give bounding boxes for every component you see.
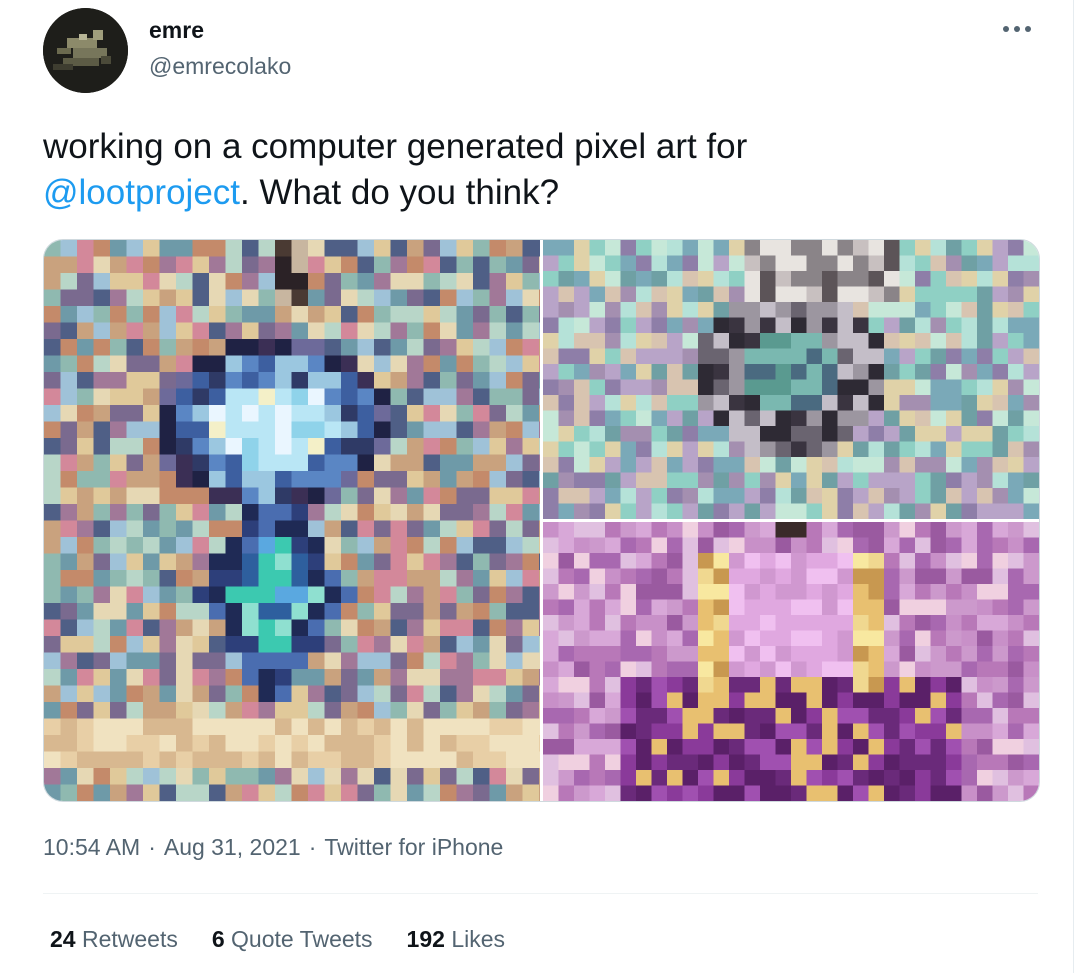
more-button[interactable] — [1000, 14, 1034, 44]
quote-tweets-label: Quote Tweets — [231, 926, 373, 952]
tweet-text-before: working on a computer generated pixel ar… — [43, 127, 748, 166]
retweets-count: 24 — [50, 926, 76, 952]
media-ring[interactable] — [543, 240, 1039, 519]
tweet-stats: 24 Retweets 6 Quote Tweets 192 Likes — [50, 924, 505, 954]
tweet-meta: 10:54 AM · Aug 31, 2021 · Twitter for iPhone — [43, 832, 503, 862]
pixel-art-pendant-image — [44, 240, 540, 801]
likes-label: Likes — [451, 926, 506, 952]
author-name[interactable]: emre — [149, 16, 204, 44]
media-robe[interactable] — [543, 522, 1039, 801]
more-horizontal-icon — [1003, 26, 1031, 32]
tweet-text-after: . What do you think? — [240, 173, 560, 212]
retweets-stat[interactable]: 24 Retweets — [50, 924, 178, 954]
avatar[interactable] — [43, 8, 128, 93]
media-pendant[interactable] — [44, 240, 540, 801]
likes-count: 192 — [406, 926, 445, 952]
tweet-source[interactable]: Twitter for iPhone — [324, 834, 503, 860]
divider — [43, 893, 1038, 894]
mention-link[interactable]: @lootproject — [43, 173, 240, 212]
tweet-detail: emre @emrecolako working on a computer g… — [0, 0, 1080, 973]
pixel-art-ring-image — [543, 240, 1039, 519]
meta-separator: · — [148, 834, 156, 860]
tweet-time[interactable]: 10:54 AM — [43, 834, 140, 860]
quote-tweets-count: 6 — [211, 926, 225, 952]
pixel-art-robe-image — [543, 522, 1039, 801]
author-handle[interactable]: @emrecolako — [149, 52, 291, 80]
tweet-text: working on a computer generated pixel ar… — [43, 124, 1003, 216]
column-border — [1073, 0, 1074, 973]
likes-stat[interactable]: 192 Likes — [407, 924, 505, 954]
media-grid — [43, 239, 1040, 802]
quote-tweets-stat[interactable]: 6 Quote Tweets — [212, 924, 373, 954]
tweet-date[interactable]: Aug 31, 2021 — [164, 834, 301, 860]
retweets-label: Retweets — [81, 926, 178, 952]
meta-separator: · — [308, 834, 317, 860]
avatar-image — [43, 8, 128, 93]
